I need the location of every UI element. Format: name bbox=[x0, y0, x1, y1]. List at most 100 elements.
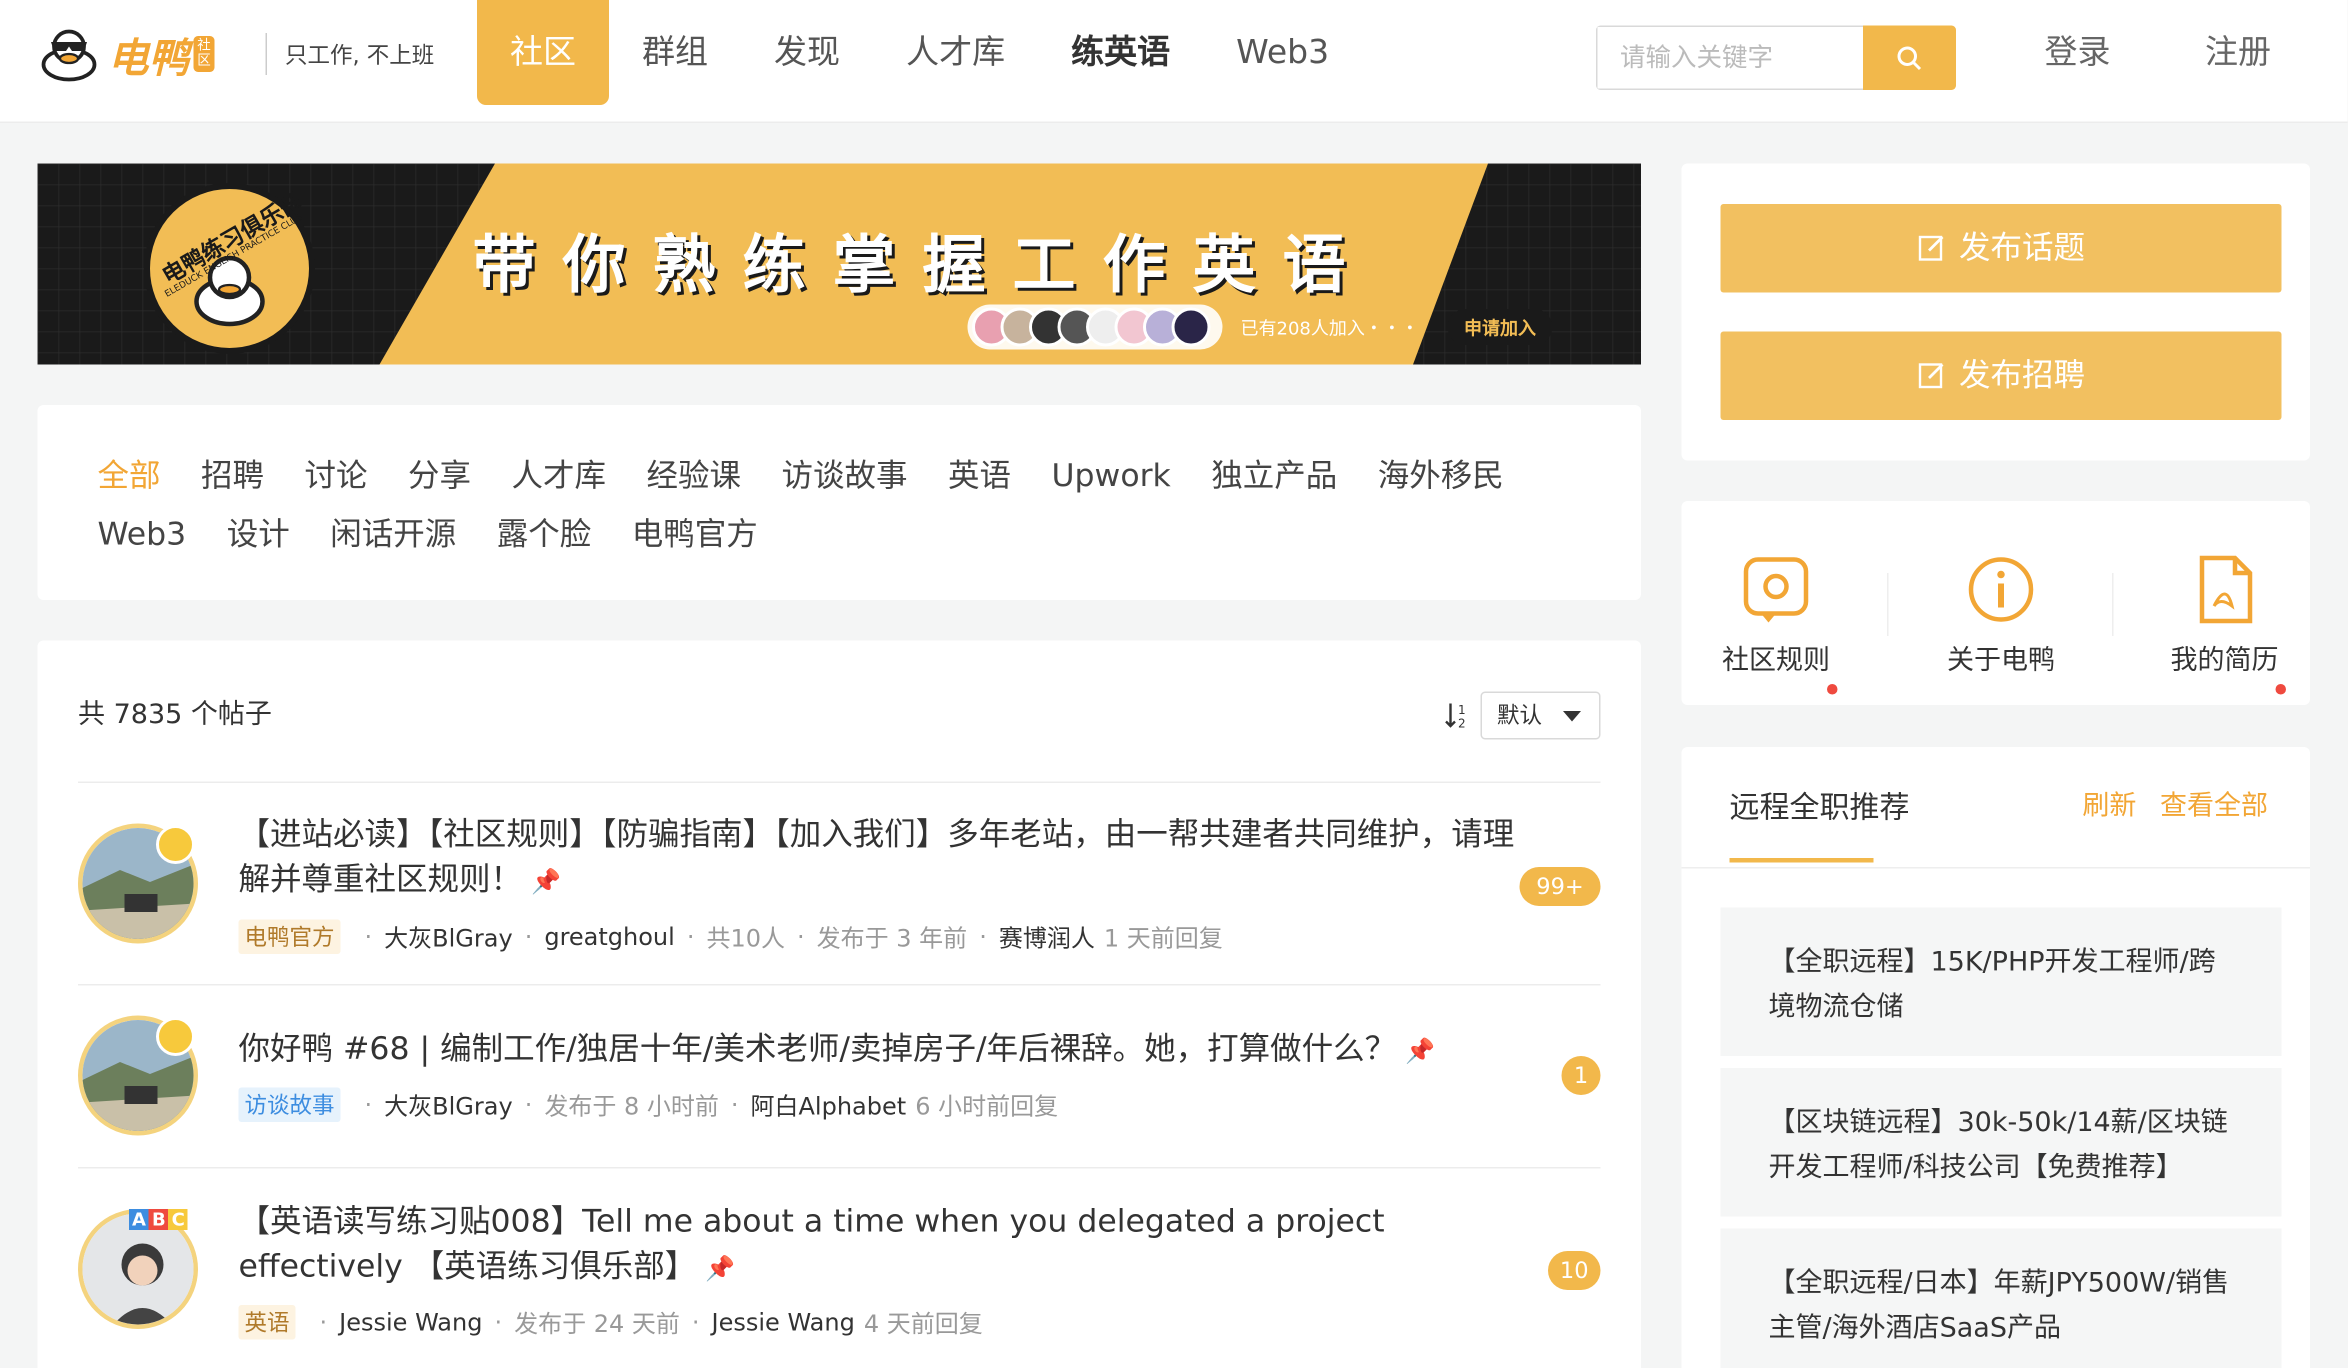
post-item[interactable]: 【进站必读】【社区规则】【防骗指南】【加入我们】多年老站，由一帮共建者共同维护，… bbox=[78, 781, 1601, 986]
category-3[interactable]: 分享 bbox=[408, 447, 471, 506]
category-7[interactable]: 英语 bbox=[948, 447, 1011, 506]
refresh-link[interactable]: 刷新 bbox=[2082, 791, 2136, 823]
search-button[interactable] bbox=[1863, 25, 1956, 90]
site-logo[interactable]: 电鸭 社区 bbox=[39, 24, 249, 84]
english-club-banner[interactable]: 电鸭练习俱乐部 ELEDUCK ENGLISH PRACTICE CLUB 带你… bbox=[37, 163, 1641, 365]
post-last-replier[interactable]: Jessie Wang bbox=[712, 1307, 855, 1336]
post-item[interactable]: 你好鸭 #68 | 编制工作/独居十年/美术老师/卖掉房子/年后裸辞。她，打算做… bbox=[78, 984, 1601, 1167]
nav-talent[interactable]: 人才库 bbox=[873, 0, 1038, 105]
divider bbox=[1887, 573, 1889, 636]
post-participants: 共10人 bbox=[706, 924, 786, 953]
job-item[interactable]: 【全职远程/日本】年薪JPY500W/销售主管/海外酒店SaaS产品 bbox=[1720, 1228, 2282, 1368]
job-item[interactable]: 【区块链远程】30k-50k/14薪/区块链开发工程师/科技公司【免费推荐】 bbox=[1720, 1068, 2282, 1217]
job-item[interactable]: 【全职远程】15K/PHP开发工程师/跨境物流仓储 bbox=[1720, 907, 2282, 1056]
post-title-text: 你好鸭 #68 | 编制工作/独居十年/美术老师/卖掉房子/年后裸辞。她，打算做… bbox=[238, 1030, 1397, 1067]
category-15[interactable]: 电鸭官方 bbox=[632, 506, 758, 565]
category-1[interactable]: 招聘 bbox=[201, 447, 264, 506]
post-tag[interactable]: 电鸭官方 bbox=[238, 918, 341, 954]
sort-control: 12 默认 bbox=[1445, 691, 1601, 740]
reply-count-badge: 99+ bbox=[1519, 867, 1601, 906]
publish-topic-button[interactable]: 发布话题 bbox=[1720, 204, 2282, 293]
pin-icon: 📌 bbox=[705, 1254, 736, 1283]
banner-apply-label[interactable]: 申请加入 bbox=[1448, 315, 1553, 341]
publish-job-label: 发布招聘 bbox=[1959, 357, 2085, 393]
logo-tag: 社区 bbox=[193, 36, 215, 72]
publish-job-button[interactable]: 发布招聘 bbox=[1720, 331, 2282, 420]
nav-web3[interactable]: Web3 bbox=[1203, 0, 1362, 105]
pin-icon: 📌 bbox=[531, 867, 561, 896]
post-tag[interactable]: 访谈故事 bbox=[238, 1086, 341, 1122]
quick-links-panel: 社区规则 关于电鸭 我的简历 bbox=[1681, 501, 2310, 705]
post-coauthor[interactable]: greatghoul bbox=[544, 922, 674, 951]
divider bbox=[1681, 867, 2310, 869]
pin-icon: 📌 bbox=[1405, 1036, 1435, 1066]
emoji-badge-icon bbox=[156, 825, 195, 864]
post-title[interactable]: 【进站必读】【社区规则】【防骗指南】【加入我们】多年老站，由一帮共建者共同维护，… bbox=[239, 812, 1529, 905]
nav-english[interactable]: 练英语 bbox=[1038, 0, 1203, 105]
category-8[interactable]: Upwork bbox=[1052, 447, 1171, 506]
category-4[interactable]: 人才库 bbox=[512, 447, 607, 506]
post-title[interactable]: 【英语读写练习贴008】Tell me about a time when yo… bbox=[239, 1199, 1529, 1292]
reply-count-badge: 1 bbox=[1561, 1056, 1601, 1095]
post-published: 发布于 8 小时前 bbox=[544, 1092, 719, 1121]
quick-about[interactable]: 关于电鸭 bbox=[1926, 552, 2076, 678]
sort-icon: 12 bbox=[1445, 703, 1466, 731]
emoji-badge-icon bbox=[156, 1017, 195, 1056]
search-input[interactable] bbox=[1596, 25, 1863, 90]
post-meta: 电鸭官方 · 大灰BlGray · greatghoul · 共10人 · 发布于 3 … bbox=[238, 918, 1223, 954]
search-icon bbox=[1897, 45, 1922, 70]
sort-dropdown[interactable]: 默认 bbox=[1480, 691, 1601, 740]
info-icon bbox=[1968, 557, 2034, 622]
category-2[interactable]: 讨论 bbox=[305, 447, 368, 506]
post-list-panel: 共 7835 个帖子 12 默认 【进站必读】【社区规则】【防骗指南】【加入我们… bbox=[37, 640, 1641, 1368]
gear-icon bbox=[1743, 557, 1809, 623]
post-replied: 4 天前回复 bbox=[863, 1309, 983, 1339]
reply-count-badge: 10 bbox=[1548, 1251, 1601, 1290]
remote-jobs-title: 远程全职推荐 bbox=[1729, 789, 1910, 825]
nav-discover[interactable]: 发现 bbox=[741, 0, 873, 105]
post-author[interactable]: 大灰BlGray bbox=[384, 1086, 513, 1122]
publish-topic-label: 发布话题 bbox=[1959, 229, 2085, 266]
post-title-text: 【英语读写练习贴008】Tell me about a time when yo… bbox=[238, 1203, 1385, 1284]
post-list-header: 共 7835 个帖子 12 默认 bbox=[78, 691, 1601, 740]
post-item[interactable]: ABC 【英语读写练习贴008】Tell me about a time whe… bbox=[78, 1167, 1601, 1368]
title-underline bbox=[1729, 858, 1874, 863]
category-13[interactable]: 闲话开源 bbox=[330, 506, 456, 565]
category-10[interactable]: 海外移民 bbox=[1378, 447, 1504, 506]
category-5[interactable]: 经验课 bbox=[647, 447, 742, 506]
view-all-link[interactable]: 查看全部 bbox=[2160, 791, 2268, 823]
duck-logo-icon bbox=[41, 29, 97, 82]
category-filter: 全部 招聘 讨论 分享 人才库 经验课 访谈故事 英语 Upwork 独立产品 海外移民 Web3 设计… bbox=[37, 405, 1641, 600]
post-last-replier[interactable]: 赛博润人 bbox=[999, 918, 1095, 954]
post-author[interactable]: Jessie Wang bbox=[339, 1307, 482, 1336]
notification-dot bbox=[1827, 684, 1838, 695]
post-author[interactable]: 大灰BlGray bbox=[384, 918, 513, 954]
category-0[interactable]: 全部 bbox=[98, 447, 161, 506]
category-6[interactable]: 访谈故事 bbox=[782, 447, 908, 506]
post-tag[interactable]: 英语 bbox=[238, 1304, 296, 1339]
search-box bbox=[1596, 25, 1956, 90]
category-9[interactable]: 独立产品 bbox=[1211, 447, 1337, 506]
category-list: 全部 招聘 讨论 分享 人才库 经验课 访谈故事 英语 Upwork 独立产品 海外移民 Web3 设计… bbox=[98, 447, 1583, 564]
banner-joined: 已有208人加入・・・ bbox=[1240, 318, 1419, 339]
quick-resume[interactable]: 我的简历 bbox=[2150, 552, 2300, 695]
post-replied: 1 天前回复 bbox=[1103, 924, 1223, 953]
category-12[interactable]: 设计 bbox=[227, 506, 290, 565]
category-11[interactable]: Web3 bbox=[98, 506, 187, 565]
post-count: 共 7835 个帖子 bbox=[78, 699, 272, 731]
nav-community[interactable]: 社区 bbox=[477, 0, 610, 105]
post-last-replier[interactable]: 阿白Alphabet bbox=[751, 1086, 907, 1122]
quick-rules-label: 社区规则 bbox=[1722, 645, 1830, 677]
quick-rules[interactable]: 社区规则 bbox=[1701, 552, 1851, 695]
quick-about-label: 关于电鸭 bbox=[1947, 645, 2055, 677]
nav-groups[interactable]: 群组 bbox=[609, 0, 741, 105]
banner-headline: 带你熟练掌握工作英语 bbox=[472, 228, 1373, 302]
post-published: 发布于 3 年前 bbox=[816, 924, 968, 953]
post-title[interactable]: 你好鸭 #68 | 编制工作/独居十年/美术老师/卖掉房子/年后裸辞。她，打算做… bbox=[239, 1026, 1529, 1074]
post-meta: 英语 · Jessie Wang · 发布于 24 天前 · Jessie Wang … bbox=[238, 1304, 983, 1340]
publish-panel: 发布话题 发布招聘 bbox=[1681, 163, 2310, 461]
login-link[interactable]: 登录 bbox=[2045, 0, 2111, 108]
category-14[interactable]: 露个脸 bbox=[497, 506, 592, 565]
register-link[interactable]: 注册 bbox=[2205, 0, 2271, 108]
remote-jobs-panel: 远程全职推荐 刷新 查看全部 【全职远程】15K/PHP开发工程师/跨境物流仓储… bbox=[1681, 747, 2310, 1368]
